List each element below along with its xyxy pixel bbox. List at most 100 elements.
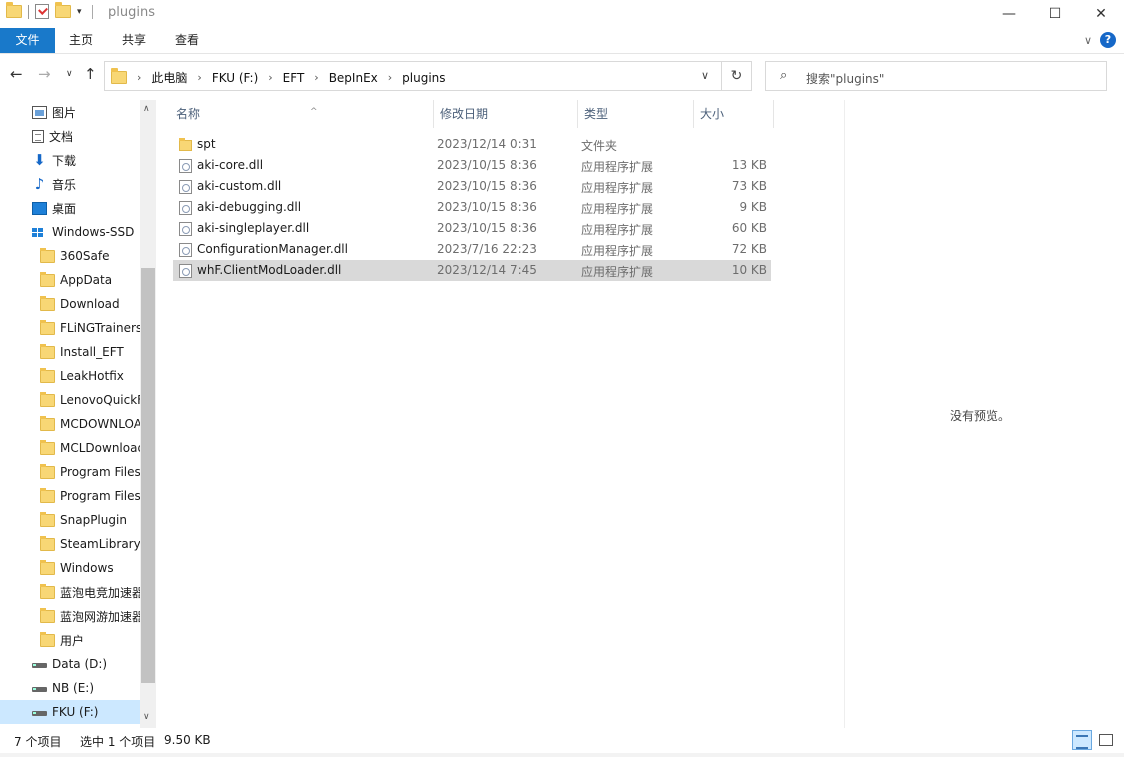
selection-count: 选中 1 个项目 [80,735,156,749]
sidebar-item-folder[interactable]: FLiNGTrainers [0,316,140,340]
file-row[interactable]: aki-core.dll 2023/10/15 8:36 应用程序扩展 13 K… [173,155,771,176]
file-row[interactable]: aki-singleplayer.dll 2023/10/15 8:36 应用程… [173,218,771,239]
sidebar-item-folder[interactable]: Program Files (x86) [0,484,140,508]
sidebar-item-drive-f[interactable]: FKU (F:) [0,700,140,724]
sidebar-item-desktop[interactable]: 桌面 [0,196,140,220]
sidebar-item-folder[interactable]: LenovoQuickFix [0,388,140,412]
column-header-label: 修改日期 [440,107,489,121]
sidebar-item-label: Program Files [60,465,140,479]
breadcrumb-eft[interactable]: EFT [283,71,305,85]
address-bar[interactable]: › 此电脑 › FKU (F:) › EFT › BepInEx › plugi… [104,61,752,91]
search-placeholder: 搜索"plugins" [806,72,885,86]
properties-icon[interactable] [35,4,49,19]
file-name: spt [197,137,216,151]
sidebar-item-windows-ssd[interactable]: Windows-SSD [0,220,140,244]
folder-icon [40,607,55,623]
sidebar-item-label: FKU (F:) [52,705,99,719]
drive-icon [32,682,47,695]
details-view-icon[interactable] [1072,730,1092,750]
column-header-label: 大小 [700,107,725,121]
file-row-selected[interactable]: whF.ClientModLoader.dll 2023/12/14 7:45 … [173,260,771,281]
sidebar-item-label: 蓝泡网游加速器 [60,609,140,624]
sidebar-item-folder[interactable]: AppData [0,268,140,292]
sidebar-item-downloads[interactable]: ⬇ 下载 [0,148,140,172]
tab-view[interactable]: 查看 [161,28,213,53]
breadcrumb-plugins[interactable]: plugins [402,71,445,85]
sidebar-item-documents[interactable]: 文档 [0,124,140,148]
sidebar-item-folder[interactable]: Download [0,292,140,316]
breadcrumb-chevron-icon[interactable]: › [137,71,141,84]
selection-size: 9.50 KB [164,733,211,747]
sidebar-item-drive-d[interactable]: Data (D:) [0,652,140,676]
breadcrumb-chevron-icon[interactable]: › [388,71,392,84]
sidebar-item-label: AppData [60,273,113,287]
breadcrumb-chevron-icon[interactable]: › [197,71,201,84]
sidebar-item-music[interactable]: ♪ 音乐 [0,172,140,196]
sidebar-item-drive-e[interactable]: NB (E:) [0,676,140,700]
breadcrumb-this-pc[interactable]: 此电脑 [151,69,187,86]
sidebar-item-folder[interactable]: SnapPlugin [0,508,140,532]
breadcrumb-drive[interactable]: FKU (F:) [212,71,258,85]
up-arrow-icon[interactable]: ↑ [84,65,97,83]
expand-ribbon-chevron-icon[interactable]: ∨ [1084,34,1092,47]
refresh-icon[interactable]: ↻ [721,62,751,90]
file-date: 2023/10/15 8:36 [437,221,537,235]
ribbon-tabs: 文件 主页 共享 查看 ∨ ? [0,28,1124,54]
breadcrumb-bepinex[interactable]: BepInEx [329,71,378,85]
file-list: ^ 名称 修改日期 类型 大小 spt 2023/12/14 0:31 文件夹 … [156,100,844,728]
column-header-name[interactable]: ^ 名称 [170,100,434,128]
sidebar-item-label: FLiNGTrainers [60,321,140,335]
sidebar-item-folder[interactable]: 蓝泡网游加速器 [0,604,140,628]
search-input[interactable]: ⌕ 搜索"plugins" [765,61,1107,91]
file-row[interactable]: aki-debugging.dll 2023/10/15 8:36 应用程序扩展… [173,197,771,218]
sidebar-item-pictures[interactable]: 图片 [0,100,140,124]
no-preview-text: 没有预览。 [949,409,1010,423]
address-dropdown-chevron-icon[interactable]: ∨ [701,69,709,82]
folder-icon [40,487,55,503]
tab-file[interactable]: 文件 [0,28,55,53]
folder-icon [40,439,55,455]
sidebar-item-folder[interactable]: Program Files [0,460,140,484]
status-bar: 7 个项目 选中 1 个项目 9.50 KB [0,728,1124,753]
sidebar-item-label: 用户 [60,633,85,648]
sidebar-item-folder[interactable]: 蓝泡电竞加速器 [0,580,140,604]
window-controls: — ☐ ✕ [986,0,1124,28]
customize-toolbar-chevron-icon[interactable]: ▾ [77,7,82,17]
breadcrumb-chevron-icon[interactable]: › [314,71,318,84]
folder-icon [111,68,127,84]
sidebar-item-folder[interactable]: 360Safe [0,244,140,268]
column-header-type[interactable]: 类型 [578,100,694,128]
forward-arrow-icon[interactable]: → [38,65,51,83]
breadcrumb-chevron-icon[interactable]: › [268,71,272,84]
sidebar-item-label: Data (D:) [52,657,108,671]
minimize-button[interactable]: — [986,0,1032,28]
large-icons-view-icon[interactable] [1096,730,1116,750]
file-row[interactable]: ConfigurationManager.dll 2023/7/16 22:23… [173,239,771,260]
sidebar-item-folder[interactable]: MCDOWNLOAD [0,412,140,436]
sidebar-scrollbar[interactable]: ∧ ∨ [140,100,156,728]
drive-icon [32,706,47,719]
pictures-icon [32,105,47,119]
sidebar-item-folder[interactable]: Windows [0,556,140,580]
scroll-down-chevron-icon[interactable]: ∨ [143,712,150,722]
maximize-button[interactable]: ☐ [1032,0,1078,28]
sidebar-item-folder[interactable]: SteamLibrary [0,532,140,556]
close-button[interactable]: ✕ [1078,0,1124,28]
column-header-date[interactable]: 修改日期 [434,100,578,128]
scroll-up-chevron-icon[interactable]: ∧ [143,104,150,114]
recent-locations-chevron-icon[interactable]: ∨ [66,69,73,79]
scrollbar-thumb[interactable] [141,268,155,683]
sidebar-item-folder[interactable]: MCLDownload [0,436,140,460]
file-row[interactable]: aki-custom.dll 2023/10/15 8:36 应用程序扩展 73… [173,176,771,197]
sidebar-item-folder[interactable]: 用户 [0,628,140,652]
window-bottom-edge [0,753,1124,757]
tab-share[interactable]: 共享 [108,28,160,53]
sidebar-item-folder[interactable]: Install_EFT [0,340,140,364]
tab-home[interactable]: 主页 [55,28,107,53]
new-folder-icon[interactable] [55,2,71,18]
sidebar-item-folder[interactable]: LeakHotfix [0,364,140,388]
column-header-size[interactable]: 大小 [694,100,774,128]
back-arrow-icon[interactable]: ← [10,65,23,83]
help-icon[interactable]: ? [1100,32,1116,48]
file-row[interactable]: spt 2023/12/14 0:31 文件夹 [173,134,771,155]
